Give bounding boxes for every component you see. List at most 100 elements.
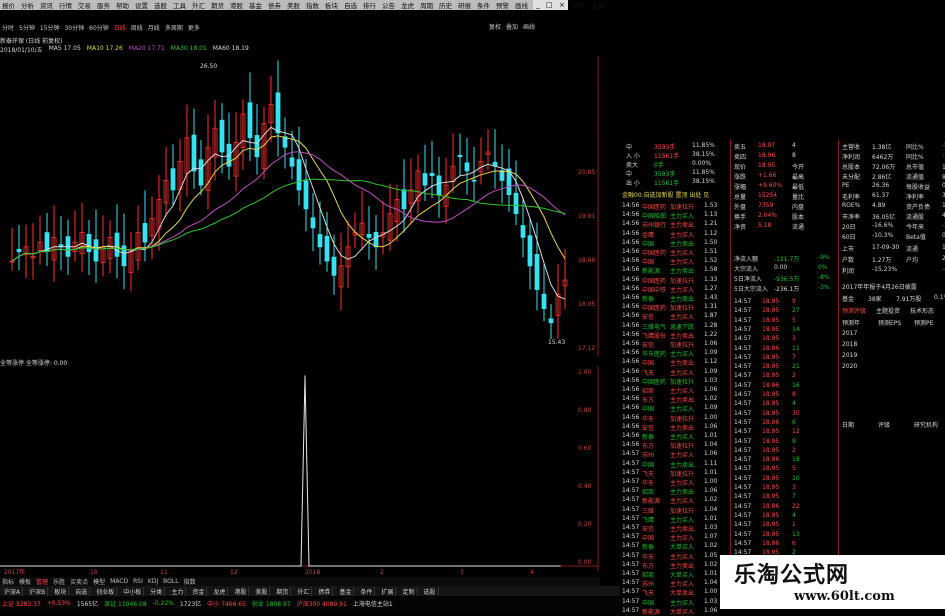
- close-button[interactable]: ×: [559, 1, 565, 9]
- market-tab[interactable]: 分类: [148, 586, 166, 596]
- menu-item[interactable]: 帮助: [116, 0, 129, 10]
- qt-vol: 6: [792, 539, 796, 547]
- period-tab[interactable]: 5分钟: [19, 23, 35, 32]
- market-tab[interactable]: 债券: [316, 586, 334, 596]
- indicator-tab[interactable]: 指标: [2, 577, 14, 586]
- tick-action: 主力卖出: [670, 360, 695, 368]
- menu-item[interactable]: 条件: [477, 0, 490, 10]
- menu-item[interactable]: 外汇: [192, 0, 205, 10]
- indicator-tab[interactable]: KDJ: [148, 578, 158, 585]
- qt-vol: 9: [792, 437, 796, 445]
- indicator-tab[interactable]: 模型: [93, 577, 105, 586]
- indicator-tab[interactable]: RSI: [133, 578, 143, 585]
- menu-item[interactable]: 资讯: [572, 0, 585, 10]
- minimize-button[interactable]: _: [536, 1, 540, 9]
- menu-item[interactable]: 交易: [78, 0, 91, 10]
- menu-item[interactable]: 预警: [496, 0, 509, 10]
- market-tab[interactable]: 沪深A: [2, 586, 24, 596]
- market-tab[interactable]: 创业板: [94, 586, 118, 596]
- market-tab[interactable]: 自选: [73, 586, 91, 596]
- indicator-tab[interactable]: 乐胜: [53, 577, 65, 586]
- market-tab[interactable]: 资金: [190, 586, 208, 596]
- market-tab[interactable]: 基金: [337, 586, 355, 596]
- menu-item[interactable]: 资讯: [40, 0, 53, 10]
- menu-item[interactable]: 公告: [382, 0, 395, 10]
- menu-item[interactable]: 期货: [211, 0, 224, 10]
- market-tab[interactable]: 条件: [358, 586, 376, 596]
- qt-time: 14:57: [734, 400, 752, 408]
- menu-item[interactable]: 排行: [363, 0, 376, 10]
- menu-item[interactable]: 周期: [420, 0, 433, 10]
- menu-item[interactable]: 港股: [230, 0, 243, 10]
- indicator-tab[interactable]: 模板: [19, 577, 31, 586]
- menu-item[interactable]: 基金: [249, 0, 262, 10]
- menu-item[interactable]: 板块: [325, 0, 338, 10]
- menu-item[interactable]: 指数: [306, 0, 319, 10]
- market-tab[interactable]: 龙虎: [211, 586, 229, 596]
- qt-price: 18.95: [762, 372, 780, 380]
- tick-name: 华东医药: [642, 351, 667, 359]
- menu-item[interactable]: 工具: [591, 0, 604, 10]
- menu-item[interactable]: 设置: [135, 0, 148, 10]
- menu-item[interactable]: 龙虎: [401, 0, 414, 10]
- menu-item[interactable]: 行情: [59, 0, 72, 10]
- menu-item[interactable]: 服务: [97, 0, 110, 10]
- market-tab[interactable]: 外汇: [295, 586, 313, 596]
- period-tab[interactable]: 分时: [2, 23, 14, 32]
- market-tab[interactable]: 中小板: [121, 586, 145, 596]
- qt-row: 14:57 18.95 4: [734, 400, 796, 407]
- menu-item[interactable]: 分析: [21, 0, 34, 10]
- kline-chart[interactable]: 20.8519.9118.9818.0517.1216.1826.5015.43: [0, 56, 600, 356]
- indicator-tab[interactable]: BOLL: [163, 578, 178, 585]
- period-tab[interactable]: 60分钟: [89, 23, 109, 32]
- tick-row: 14:57 招商 大单买入 1.01: [622, 570, 717, 579]
- market-tab[interactable]: 扩展: [379, 586, 397, 596]
- chart-tool[interactable]: 复权: [489, 22, 501, 31]
- tick-row: 14:56 安信 主力卖出 1.06: [622, 423, 717, 432]
- period-tab[interactable]: 日线: [114, 23, 126, 32]
- market-tab[interactable]: 港股: [232, 586, 250, 596]
- menu-item[interactable]: 工具: [173, 0, 186, 10]
- tick-value: 1.00: [704, 413, 718, 421]
- fin-tab[interactable]: 预测评级: [842, 306, 872, 315]
- market-tab[interactable]: 期货: [274, 586, 292, 596]
- period-tab[interactable]: 周线: [131, 23, 143, 32]
- tick-name: 新泰: [642, 544, 655, 552]
- tick-row: 14:56 中国船舶 主力买入 1.13: [622, 211, 717, 220]
- market-tab[interactable]: 沪深B: [27, 586, 49, 596]
- menu-item[interactable]: 美股: [287, 0, 300, 10]
- tick-time: 14:56: [622, 321, 640, 329]
- trade-pct: 38.15%: [692, 178, 715, 185]
- indicator-tab[interactable]: MACD: [110, 578, 128, 585]
- menu-item[interactable]: 选股: [154, 0, 167, 10]
- trade-pct: 0.00%: [692, 160, 712, 167]
- chart-tool[interactable]: 画线: [523, 22, 535, 31]
- menu-item[interactable]: 研报: [458, 0, 471, 10]
- menu-item[interactable]: 历史: [439, 0, 452, 10]
- indicator-tab[interactable]: 买卖点: [70, 577, 88, 586]
- period-tab[interactable]: 30分钟: [64, 23, 84, 32]
- market-tab[interactable]: 板块: [52, 586, 70, 596]
- tick-name: 金鹰: [642, 231, 655, 239]
- menu-item[interactable]: 画线: [515, 0, 528, 10]
- fin-tab[interactable]: 技术形态: [910, 306, 940, 315]
- indicator-tab[interactable]: 管理: [36, 577, 48, 586]
- period-tab[interactable]: 15分钟: [40, 23, 60, 32]
- indicator-chart[interactable]: 1.00 0.80 0.60 0.40 0.20 0.00 2017年 10 11 12 2018 2…: [0, 366, 600, 576]
- sub-y-tick: 0.20: [578, 521, 592, 528]
- menu-item[interactable]: 报价: [2, 0, 15, 10]
- indicator-tab[interactable]: 指数: [184, 577, 196, 586]
- menu-item[interactable]: 自选: [344, 0, 357, 10]
- qt-price: 18.95: [762, 298, 780, 305]
- menu-item[interactable]: 债券: [268, 0, 281, 10]
- market-tab[interactable]: 主力: [169, 586, 187, 596]
- fin-tab[interactable]: 主题投资: [876, 306, 906, 315]
- maximize-button[interactable]: □: [546, 1, 553, 9]
- market-tab[interactable]: 选股: [422, 586, 439, 596]
- market-tab[interactable]: 定制: [400, 586, 418, 596]
- chart-tool[interactable]: 叠加: [506, 22, 518, 31]
- period-tab[interactable]: 月线: [148, 23, 160, 32]
- period-tab[interactable]: 更多: [188, 23, 200, 32]
- period-tab[interactable]: 多周期: [165, 23, 183, 32]
- market-tab[interactable]: 美股: [253, 586, 271, 596]
